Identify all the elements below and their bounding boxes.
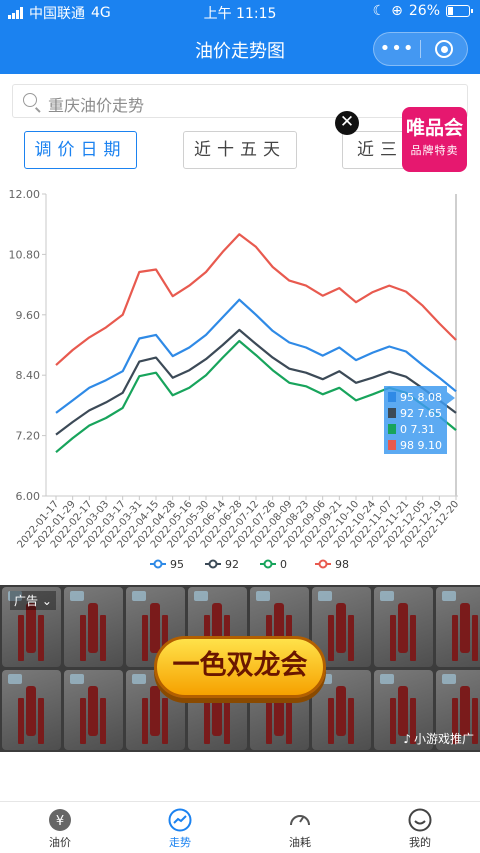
ad-label[interactable]: 广告 ⌄ <box>10 591 56 610</box>
tabbar-label: 走势 <box>169 836 191 849</box>
tabbar-label: 我的 <box>409 836 431 849</box>
orientation-lock-icon: ⊕ <box>391 3 403 19</box>
legend-marker <box>318 559 328 569</box>
search-input[interactable]: 重庆油价走势 <box>12 84 468 118</box>
legend-marker <box>263 559 273 569</box>
ad-source-text: 小游戏推广 <box>413 732 474 746</box>
vip-ad-subtitle: 品牌特卖 <box>410 144 459 157</box>
oil-price-chart: 12.0010.809.608.407.206.002022-01-172022… <box>9 188 462 571</box>
legend-label-98: 98 <box>335 558 349 571</box>
smiley-face-icon <box>408 808 432 832</box>
legend-marker <box>153 559 163 569</box>
battery-icon <box>446 5 473 17</box>
tabbar-item-consumption[interactable]: 油耗 <box>240 802 360 853</box>
y-tick-label: 10.80 <box>9 248 41 261</box>
trend-chart-icon <box>168 808 192 832</box>
gauge-icon <box>288 808 312 832</box>
search-icon <box>23 93 37 107</box>
svg-text:¥: ¥ <box>56 814 64 829</box>
close-ad-icon[interactable]: ✕ <box>335 111 359 135</box>
target-circle-icon[interactable] <box>421 40 467 58</box>
tooltip-line: 92 7.65 <box>400 407 442 420</box>
tooltip-swatch <box>388 440 396 450</box>
tooltip-line: 95 8.08 <box>400 391 442 404</box>
tabbar-item-trend[interactable]: 走势 <box>120 802 240 853</box>
tabbar-item-mine[interactable]: 我的 <box>360 802 480 853</box>
tooltip-swatch <box>388 408 396 418</box>
tooltip-line: 98 9.10 <box>400 439 442 452</box>
tab-last-15-days[interactable]: 近十五天 <box>183 131 297 169</box>
y-tick-label: 7.20 <box>16 430 41 443</box>
legend-marker <box>208 559 218 569</box>
title-bar: 油价走势图 ••• <box>0 24 480 74</box>
tooltip-swatch <box>388 424 396 434</box>
legend-label-95: 95 <box>170 558 184 571</box>
battery-percent: 26% <box>408 3 440 19</box>
ad-source: ♪ 小游戏推广 <box>403 730 474 747</box>
series-line-98 <box>55 233 457 366</box>
douyin-icon: ♪ <box>403 731 411 746</box>
game-ad-banner[interactable]: 广告 ⌄ 一色双龙会 ♪ 小游戏推广 <box>0 585 480 752</box>
moon-icon: ☾ <box>372 3 386 19</box>
status-bar: 中国联通 4G 上午 11:15 ☾ ⊕ 26% <box>0 0 480 24</box>
tabbar-item-price[interactable]: ¥ 油价 <box>0 802 120 853</box>
more-dots-icon[interactable]: ••• <box>374 34 420 64</box>
ad-play-button[interactable]: 一色双龙会 <box>154 636 326 698</box>
legend-label-92: 92 <box>225 558 239 571</box>
yen-coin-icon: ¥ <box>48 808 72 832</box>
y-tick-label: 9.60 <box>16 309 41 322</box>
legend-label-0: 0 <box>280 558 287 571</box>
search-placeholder: 重庆油价走势 <box>48 96 145 115</box>
vip-ad-title: 唯品会 <box>405 117 463 139</box>
bottom-tab-bar: ¥ 油价 走势 油耗 我的 <box>0 801 480 853</box>
tab-adjust-date[interactable]: 调价日期 <box>24 131 137 169</box>
status-right: ☾ ⊕ 26% <box>372 3 473 19</box>
tooltip-line: 0 7.31 <box>400 423 435 436</box>
mini-program-capsule: ••• <box>373 32 468 66</box>
y-tick-label: 12.00 <box>9 188 41 201</box>
ad-label-text: 广告 <box>14 594 39 608</box>
tabbar-label: 油价 <box>49 836 71 849</box>
tabbar-label: 油耗 <box>289 836 311 849</box>
y-tick-label: 6.00 <box>16 490 41 503</box>
vip-ad-badge[interactable]: 唯品会 品牌特卖 <box>402 107 467 172</box>
tooltip-pointer <box>447 392 455 404</box>
y-tick-label: 8.40 <box>16 369 41 382</box>
tooltip-swatch <box>388 392 396 402</box>
